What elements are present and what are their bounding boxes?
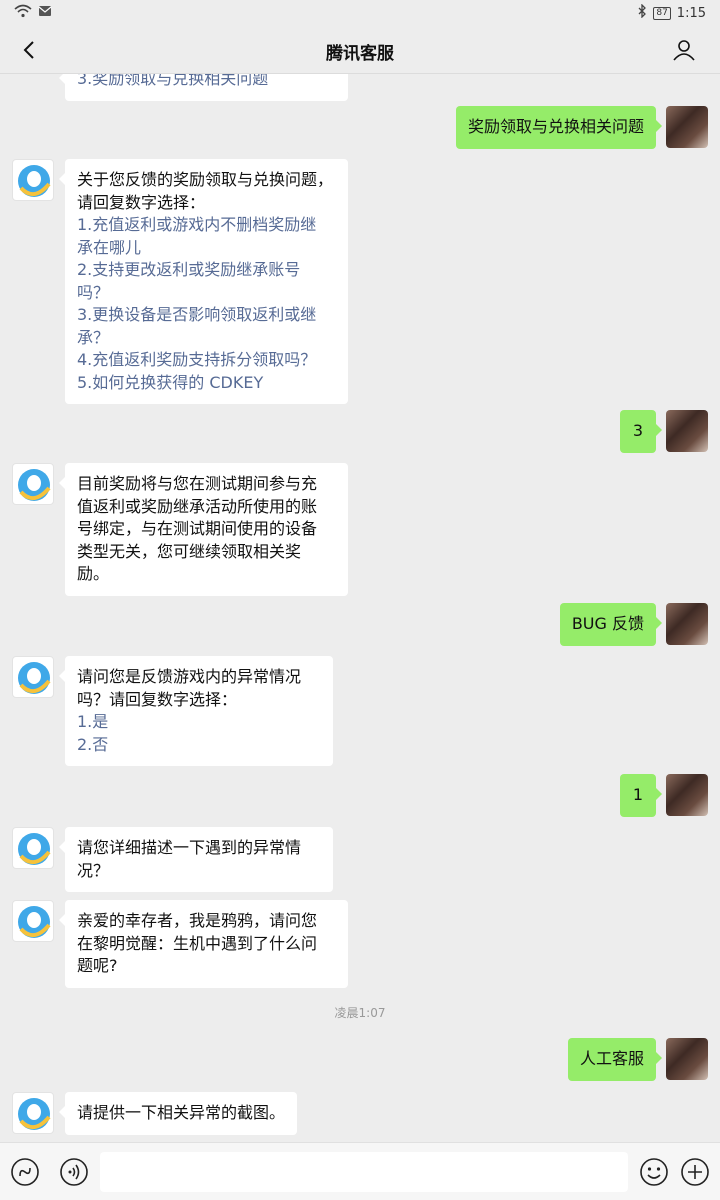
- message-text: 关于您反馈的奖励领取与兑换问题，: [77, 170, 334, 189]
- option-link[interactable]: 吗？: [77, 282, 336, 305]
- option-text[interactable]: 3.奖励领取与兑换相关问题: [77, 74, 336, 91]
- avatar[interactable]: [12, 900, 54, 942]
- avatar[interactable]: [666, 106, 708, 148]
- bot-message: 目前奖励将与您在测试期间参与充 值返利或奖励继承活动所使用的账 号绑定，与在测试…: [59, 463, 348, 596]
- message-text: 请您详细描述一下遇到的异常情: [77, 838, 302, 857]
- option-link[interactable]: 承在哪儿: [77, 237, 336, 260]
- option-link[interactable]: 2.支持更改返利或奖励继承账号: [77, 259, 336, 282]
- message-text: 值返利或奖励继承活动所使用的账: [77, 496, 318, 516]
- message-text: 在黎明觉醒：生机中遇到了什么问: [77, 933, 318, 953]
- user-message[interactable]: 1: [620, 774, 662, 817]
- user-message[interactable]: 3: [620, 410, 662, 453]
- user-icon[interactable]: [672, 38, 696, 62]
- clock: 1:15: [676, 5, 706, 21]
- option-link[interactable]: 4.充值返利奖励支持拆分领取吗？: [77, 349, 336, 372]
- user-message[interactable]: BUG 反馈: [559, 603, 663, 646]
- avatar[interactable]: [12, 159, 54, 201]
- message-text: 题呢?: [77, 956, 118, 975]
- option-link[interactable]: 承？: [77, 327, 336, 350]
- qq-logo-icon: [18, 833, 51, 865]
- battery-indicator: 87: [653, 6, 671, 20]
- message-text: 况？: [77, 860, 110, 880]
- qq-logo-icon: [18, 906, 51, 938]
- bot-message: 请问您是反馈游戏内的异常情况 吗？请回复数字选择： 1.是 2.否: [59, 656, 333, 766]
- page-title: 腾讯客服: [326, 44, 394, 64]
- input-bar: [0, 1142, 720, 1200]
- timestamp: 凌晨1:07: [334, 1006, 386, 1020]
- message-text: 请问您是反馈游戏内的异常情况: [77, 667, 302, 686]
- message-text: 请回复数字选择：: [77, 192, 206, 212]
- user-message[interactable]: 人工客服: [567, 1038, 663, 1081]
- bot-message: 亲爱的幸存者，我是鸦鸦，请问您 在黎明觉醒：生机中遇到了什么问 题呢?: [59, 900, 348, 988]
- message-text: 目前奖励将与您在测试期间参与充: [77, 474, 318, 493]
- emoji-icon[interactable]: [639, 1157, 669, 1187]
- avatar[interactable]: [12, 1092, 54, 1134]
- avatar[interactable]: [666, 410, 708, 452]
- header: 腾讯客服: [0, 26, 720, 74]
- avatar[interactable]: [666, 1038, 708, 1080]
- message-text: 吗？请回复数字选择：: [77, 689, 238, 709]
- message-text: 亲爱的幸存者，我是鸦鸦，请问您: [77, 911, 318, 930]
- status-bar: 87 1:15: [0, 0, 720, 26]
- qq-logo-icon: [18, 1098, 51, 1130]
- bluetooth-icon: [637, 3, 647, 22]
- qq-logo-icon: [18, 662, 51, 694]
- message-input[interactable]: [100, 1152, 628, 1192]
- avatar[interactable]: [12, 656, 54, 698]
- message-text: 励。: [77, 564, 110, 583]
- mail-icon: [38, 4, 52, 22]
- option-link[interactable]: 1.充值返利或游戏内不删档奖励继: [77, 214, 336, 237]
- avatar[interactable]: [12, 463, 54, 505]
- user-message[interactable]: 奖励领取与兑换相关问题: [455, 106, 663, 149]
- message-text: 类型无关，您可继续领取相关奖: [77, 541, 302, 561]
- bot-message: 请提供一下相关异常的截图。: [58, 1092, 298, 1135]
- option-link[interactable]: 2.否: [77, 734, 321, 757]
- bot-message: 关于您反馈的奖励领取与兑换问题， 请回复数字选择： 1.充值返利或游戏内不删档奖…: [59, 159, 348, 404]
- wifi-icon: [14, 4, 32, 22]
- avatar[interactable]: [666, 603, 708, 645]
- plus-icon[interactable]: [680, 1157, 710, 1187]
- mini-program-icon[interactable]: [10, 1157, 40, 1187]
- chat-area[interactable]: 3.奖励领取与兑换相关问题 奖励领取与兑换相关问题 关于您反馈的奖励领取与兑换问…: [0, 74, 720, 1142]
- qq-logo-icon: [18, 165, 51, 197]
- avatar[interactable]: [666, 774, 708, 816]
- message-text: 号绑定，与在测试期间使用的设备: [77, 519, 318, 538]
- avatar[interactable]: [12, 827, 54, 869]
- option-link[interactable]: 1.是: [77, 711, 321, 734]
- qq-logo-icon: [18, 469, 51, 501]
- voice-icon[interactable]: [59, 1157, 89, 1187]
- option-link[interactable]: 3.更换设备是否影响领取返利或继: [77, 304, 336, 327]
- bot-message: 请您详细描述一下遇到的异常情 况？: [59, 827, 333, 892]
- option-link[interactable]: 5.如何兑换获得的 CDKEY: [77, 372, 336, 395]
- bot-message: 3.奖励领取与兑换相关问题: [59, 74, 348, 101]
